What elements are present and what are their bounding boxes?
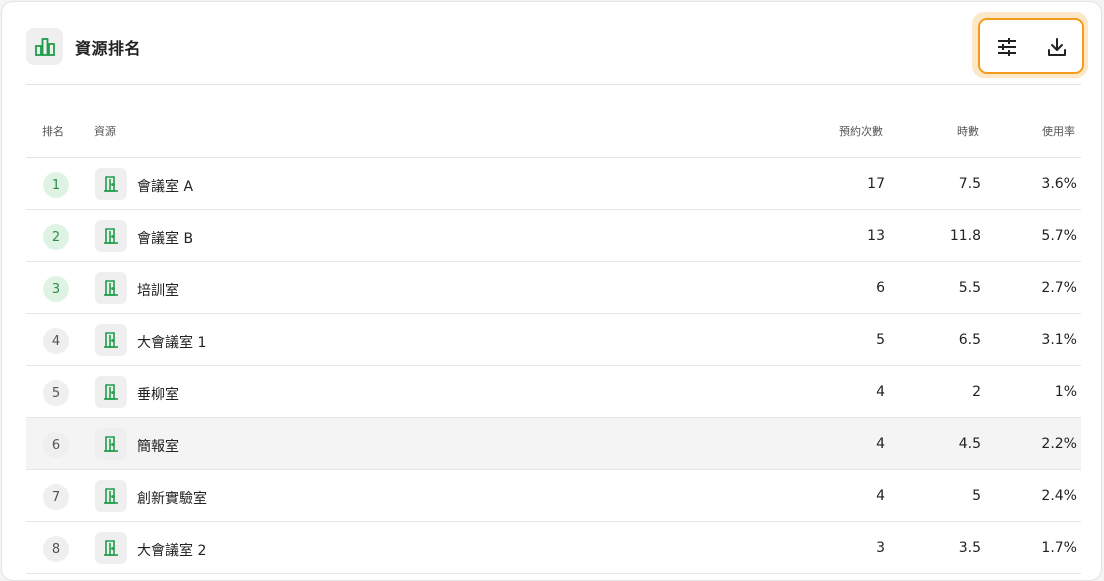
hours-value: 11.8 (949, 228, 981, 244)
rank-badge: 7 (43, 484, 69, 510)
table-row[interactable]: 2 會議室 B 13 11.8 5.7% (26, 210, 1081, 262)
bookings-count: 17 (867, 176, 885, 192)
hours-value: 5 (972, 488, 981, 504)
bookings-count: 4 (876, 488, 885, 504)
col-resource-header: 資源 (94, 125, 116, 138)
bookings-count: 6 (876, 280, 885, 296)
bookings-count: 4 (876, 384, 885, 400)
rank-badge: 3 (43, 276, 69, 302)
rank-badge: 4 (43, 328, 69, 354)
hours-value: 6.5 (958, 332, 981, 348)
tune-sliders-icon (998, 38, 1016, 56)
card-header: 資源排名 (26, 2, 1088, 85)
resource-name: 大會議室 1 (137, 335, 207, 351)
resource-name: 垂柳室 (137, 387, 179, 403)
bar-chart-icon (26, 28, 63, 65)
door-icon (95, 376, 127, 408)
door-icon (95, 324, 127, 356)
usage-rate: 3.1% (1041, 332, 1077, 348)
filter-button[interactable] (994, 34, 1020, 60)
resource-name: 會議室 B (137, 231, 194, 247)
usage-rate: 1% (1054, 384, 1077, 400)
usage-rate: 2.4% (1041, 488, 1077, 504)
resource-name: 大會議室 2 (137, 543, 207, 559)
usage-rate: 5.7% (1041, 228, 1077, 244)
rank-badge: 1 (43, 172, 69, 198)
bookings-count: 3 (876, 540, 885, 556)
rank-badge: 2 (43, 224, 69, 250)
door-icon (95, 532, 127, 564)
col-usage-header[interactable]: 使用率 (1042, 123, 1075, 139)
door-icon (95, 220, 127, 252)
table-row[interactable]: 3 培訓室 6 5.5 2.7% (26, 262, 1081, 314)
table-row[interactable]: 7 創新實驗室 4 5 2.4% (26, 470, 1081, 522)
usage-rate: 1.7% (1041, 540, 1077, 556)
rank-badge: 8 (43, 536, 69, 562)
hours-value: 4.5 (958, 436, 981, 452)
rank-badge: 5 (43, 380, 69, 406)
door-icon (95, 168, 127, 200)
card-title: 資源排名 (75, 39, 142, 58)
resource-name: 培訓室 (137, 283, 179, 299)
table-row[interactable]: 6 簡報室 4 4.5 2.2% (26, 418, 1081, 470)
door-icon (95, 428, 127, 460)
col-rank-header: 排名 (42, 125, 64, 138)
door-icon (95, 480, 127, 512)
download-button[interactable] (1044, 34, 1070, 60)
usage-rate: 2.7% (1041, 280, 1077, 296)
hours-value: 7.5 (958, 176, 981, 192)
download-icon (1048, 38, 1066, 56)
col-hours-header[interactable]: 時數 (957, 123, 979, 139)
rank-badge: 6 (43, 432, 69, 458)
hours-value: 2 (972, 384, 981, 400)
table-row[interactable]: 4 大會議室 1 5 6.5 3.1% (26, 314, 1081, 366)
resource-name: 會議室 A (137, 179, 194, 195)
hours-value: 3.5 (958, 540, 981, 556)
door-icon (95, 272, 127, 304)
resource-name: 創新實驗室 (137, 491, 207, 507)
usage-rate: 3.6% (1041, 176, 1077, 192)
bookings-count: 13 (867, 228, 885, 244)
table-row[interactable]: 8 大會議室 2 3 3.5 1.7% (26, 522, 1081, 574)
table-row[interactable]: 5 垂柳室 4 2 1% (26, 366, 1081, 418)
col-bookings-header[interactable]: 預約次數 (839, 123, 883, 139)
bookings-count: 5 (876, 332, 885, 348)
bookings-count: 4 (876, 436, 885, 452)
hours-value: 5.5 (958, 280, 981, 296)
resource-name: 簡報室 (137, 439, 179, 455)
usage-rate: 2.2% (1041, 436, 1077, 452)
resource-ranking-card: 資源排名 排名 資源 預約次數 時數 使用率 1 會議室 A 17 7.5 3.… (1, 1, 1102, 581)
table-row[interactable]: 1 會議室 A 17 7.5 3.6% (26, 158, 1081, 210)
header-actions (978, 18, 1084, 74)
